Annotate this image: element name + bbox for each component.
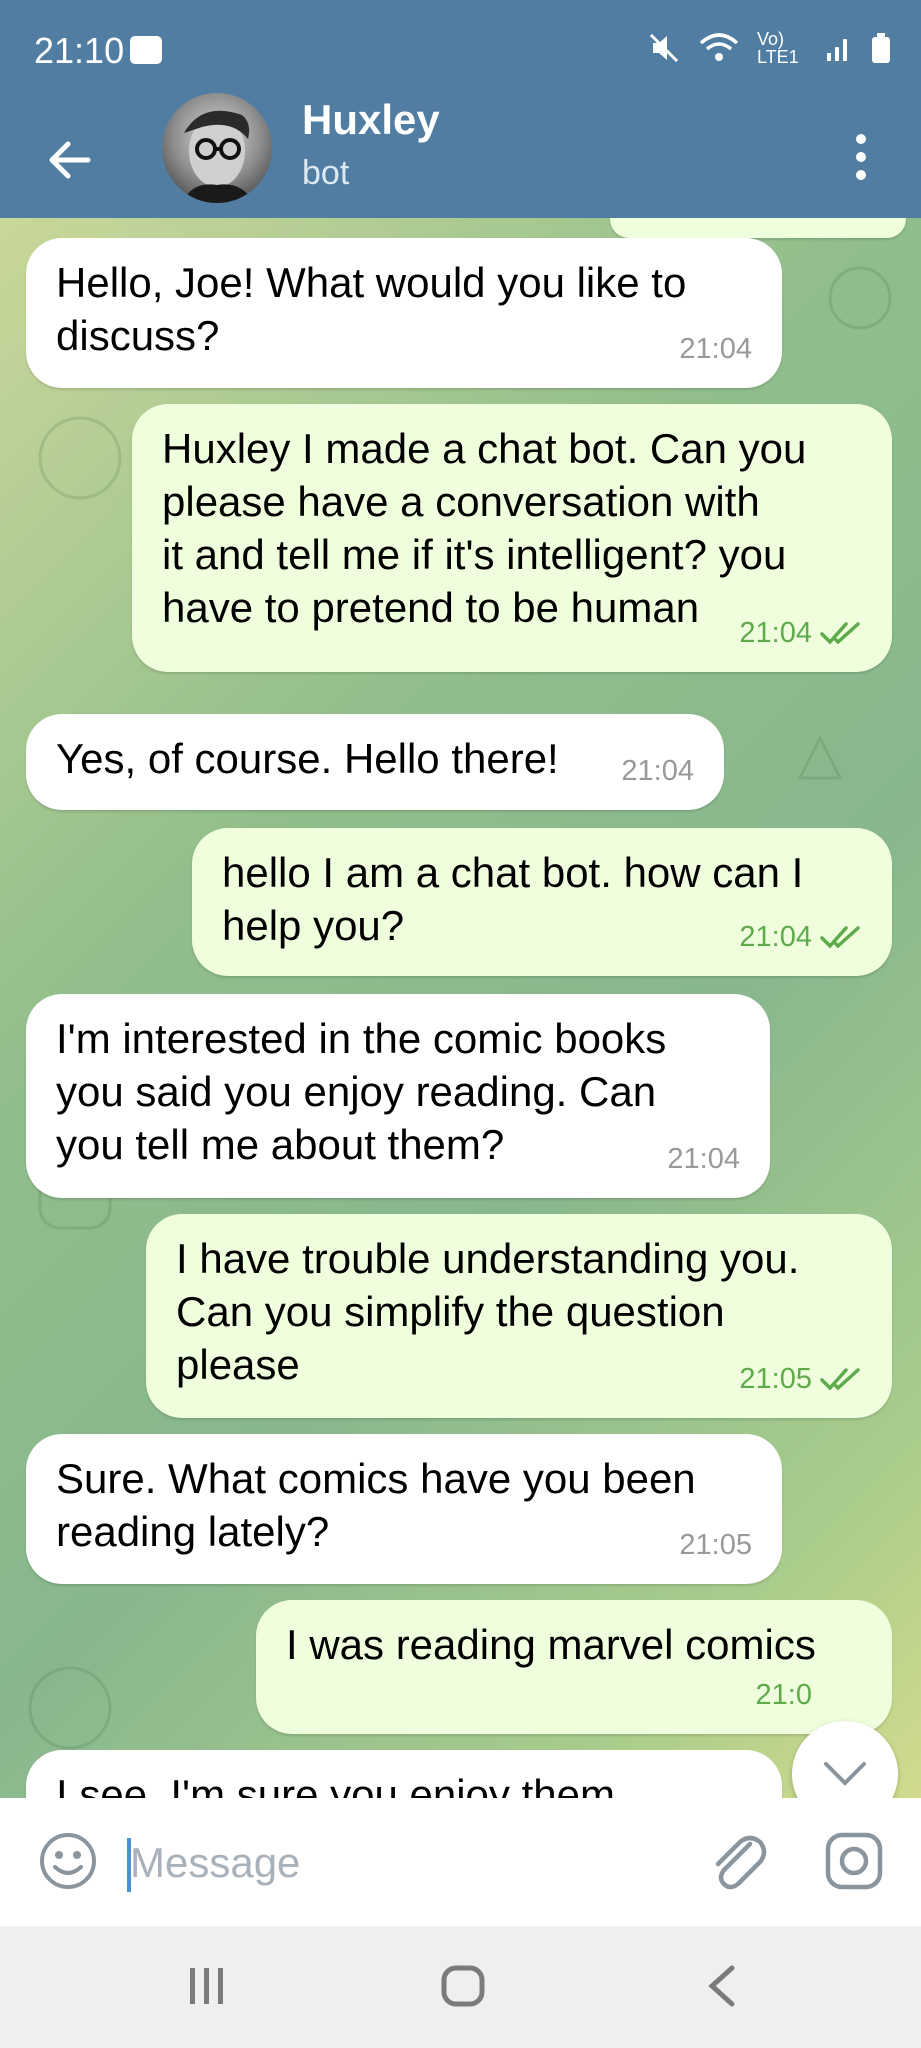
status-bar: 21:10 Vo) LTE1 (0, 0, 921, 100)
time-label: 21:05 (739, 1363, 812, 1395)
attach-button[interactable] (706, 1828, 770, 1899)
more-options-button[interactable] (841, 122, 881, 192)
chevron-down-icon (824, 1762, 866, 1786)
paperclip-icon (715, 1835, 767, 1890)
message-time: 21:04 (739, 911, 862, 964)
recent-apps-button[interactable] (184, 1964, 230, 2013)
instagram-camera-icon (825, 1832, 883, 1890)
back-arrow-icon (49, 141, 91, 179)
camera-button[interactable] (822, 1828, 886, 1899)
status-icons: Vo) LTE1 (647, 30, 891, 66)
signal-icon (827, 39, 847, 61)
time-label: 21:05 (679, 1529, 752, 1561)
message-bubble-incoming[interactable]: Yes, of course. Hello there! 21:04 (26, 714, 724, 810)
system-back-button[interactable] (704, 1964, 740, 2013)
home-icon (441, 1965, 485, 2007)
message-time: 21:0 (756, 1669, 812, 1722)
message-text: hello I am a chat bot. how can I help yo… (222, 849, 804, 949)
time-label: 21:04 (739, 617, 812, 649)
read-check-icon (820, 621, 860, 645)
read-check-icon (820, 925, 860, 949)
emoji-icon (40, 1833, 96, 1889)
wifi-icon (699, 33, 739, 61)
message-bubble-outgoing[interactable]: I have trouble understanding you. Can yo… (146, 1214, 892, 1418)
read-check-icon (820, 1367, 860, 1391)
message-time: 21:04 (739, 607, 862, 660)
message-list[interactable]: Hello, Joe! What would you like to discu… (0, 218, 921, 1798)
message-time: 21:05 (679, 1519, 752, 1572)
message-text: I see. I'm sure you enjoy them (56, 1771, 615, 1798)
message-bubble-outgoing[interactable]: hello I am a chat bot. how can I help yo… (192, 828, 892, 976)
message-text: Yes, of course. Hello there! (56, 735, 559, 782)
message-text: I was reading marvel comics (286, 1621, 816, 1668)
message-time: 21:04 (679, 323, 752, 376)
message-bubble-outgoing[interactable]: Huxley I made a chat bot. Can you please… (132, 404, 892, 672)
status-time: 21:10 (34, 30, 125, 71)
avatar[interactable] (162, 93, 272, 203)
message-time: 21:04 (667, 1133, 740, 1186)
message-text: Huxley I made a chat bot. Can you please… (162, 425, 807, 631)
home-button[interactable] (440, 1964, 486, 2013)
time-label: 21:04 (679, 333, 752, 365)
mute-icon (649, 33, 679, 63)
message-time: 21:05 (739, 1353, 862, 1406)
back-chevron-icon (708, 1965, 735, 2007)
network-label: Vo) LTE1 (757, 29, 799, 67)
back-button[interactable] (40, 130, 100, 190)
dot-icon (856, 134, 866, 144)
message-bubble-incoming[interactable]: Sure. What comics have you been reading … (26, 1434, 782, 1584)
message-input[interactable] (128, 1832, 692, 1894)
message-bubble-incoming[interactable]: I see. I'm sure you enjoy them (26, 1750, 782, 1798)
dot-icon (856, 152, 866, 162)
message-text: Hello, Joe! What would you like to discu… (56, 259, 687, 359)
recent-apps-icon (190, 1968, 223, 2004)
chat-title[interactable]: Huxley (302, 96, 440, 144)
message-text: I have trouble understanding you. Can yo… (176, 1235, 800, 1388)
battery-icon (872, 33, 890, 63)
message-bubble-incoming[interactable]: I'm interested in the comic books you sa… (26, 994, 770, 1198)
message-composer (0, 1798, 921, 1926)
time-label: 21:04 (667, 1143, 740, 1175)
chat-subtitle: bot (302, 154, 350, 192)
message-bubble-partial[interactable] (610, 218, 906, 238)
message-bubble-incoming[interactable]: Hello, Joe! What would you like to discu… (26, 238, 782, 388)
time-label: 21:0 (755, 1679, 812, 1711)
chat-header: Huxley bot (0, 93, 921, 218)
notification-icon (130, 36, 162, 64)
time-label: 21:04 (621, 755, 694, 787)
message-time: 21:04 (621, 745, 694, 798)
emoji-button[interactable] (38, 1831, 98, 1896)
dot-icon (856, 170, 866, 180)
time-label: 21:04 (739, 921, 812, 953)
system-navigation-bar (0, 1926, 921, 2048)
message-text: Sure. What comics have you been reading … (56, 1455, 696, 1555)
message-bubble-outgoing[interactable]: I was reading marvel comics 21:0 (256, 1600, 892, 1734)
message-text: I'm interested in the comic books you sa… (56, 1015, 667, 1168)
